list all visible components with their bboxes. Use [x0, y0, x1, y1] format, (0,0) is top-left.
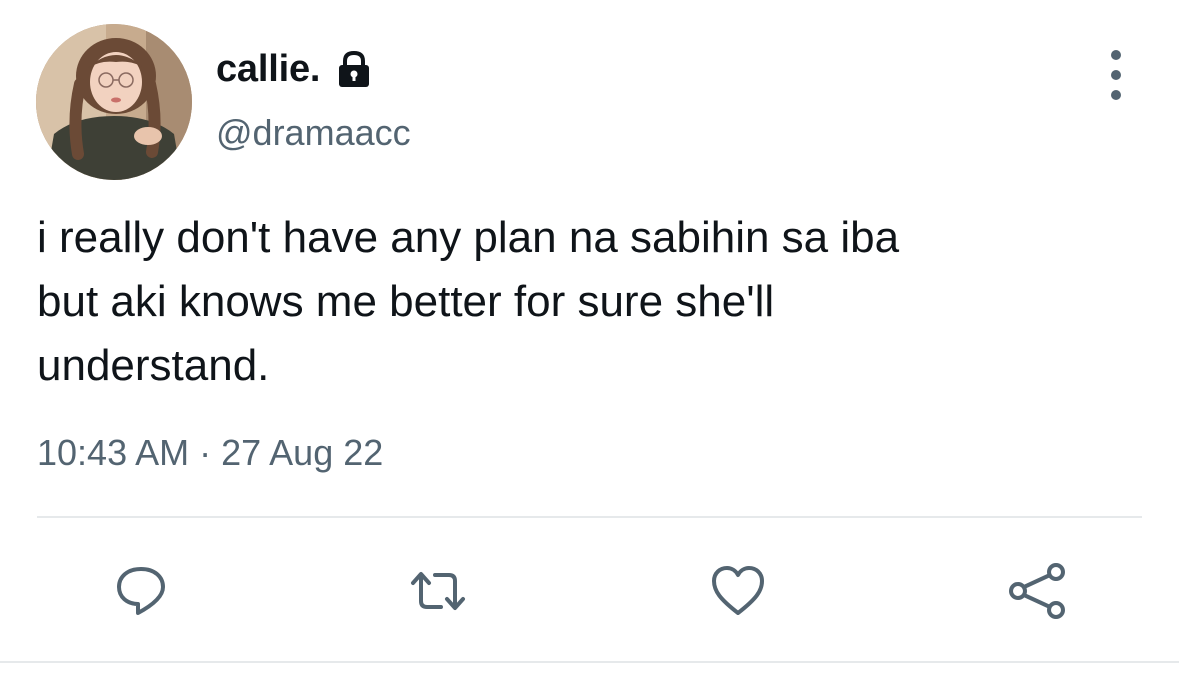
heart-icon	[712, 566, 764, 615]
lock-icon	[334, 49, 374, 89]
share-button[interactable]	[1002, 556, 1072, 626]
display-name[interactable]: callie.	[216, 48, 320, 91]
reply-button[interactable]	[106, 556, 176, 626]
divider	[37, 516, 1142, 518]
avatar-photo	[36, 24, 192, 180]
bottom-divider	[0, 661, 1179, 663]
more-dot	[1111, 90, 1121, 100]
more-vertical-icon[interactable]	[1098, 50, 1134, 100]
tweet-text: i really don't have any plan na sabihin …	[37, 213, 900, 390]
display-name-row: callie.	[216, 44, 411, 94]
more-dot	[1111, 70, 1121, 80]
action-bar	[0, 556, 1179, 626]
tweet-timestamp[interactable]: 10:43 AM · 27 Aug 22	[37, 432, 383, 474]
user-handle[interactable]: @dramaacc	[216, 112, 411, 154]
avatar[interactable]	[36, 24, 192, 180]
more-dot	[1111, 50, 1121, 60]
retweet-icon	[411, 572, 465, 610]
share-icon	[1009, 563, 1065, 619]
reply-icon	[117, 567, 165, 615]
tweet-card: callie. @dramaacc i really don't have an…	[0, 0, 1179, 681]
like-button[interactable]	[703, 556, 773, 626]
user-info: callie. @dramaacc	[216, 44, 411, 154]
retweet-button[interactable]	[403, 556, 473, 626]
